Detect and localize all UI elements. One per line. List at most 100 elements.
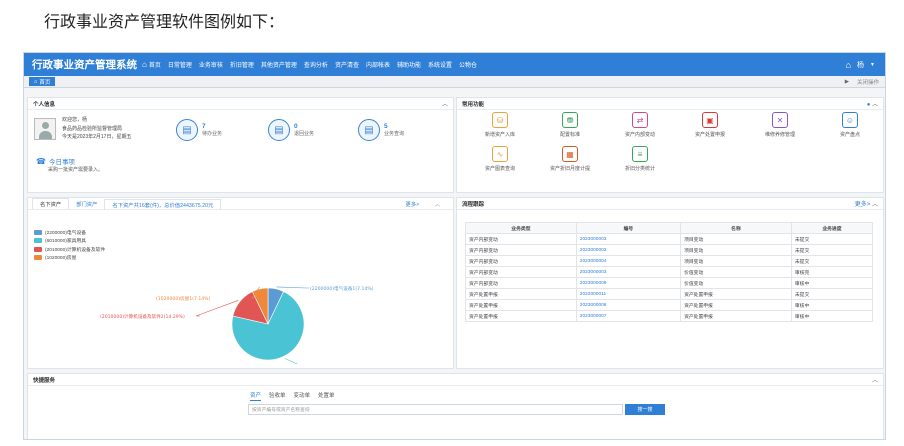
pie-leader-line <box>284 357 298 364</box>
settings-dot-icon[interactable]: ● <box>867 102 871 108</box>
table-cell: 项目变动 <box>680 244 792 256</box>
table-row[interactable]: 资产内部变动 2023000002 项目变动 未提交 <box>465 244 874 256</box>
nav-item-daily[interactable]: 日常管理 <box>168 60 192 69</box>
record-number-link[interactable]: 2023000004 <box>575 255 682 267</box>
chevron-down-icon[interactable]: ▼ <box>870 62 875 68</box>
nav-item-ledger[interactable]: 内部帐表 <box>366 60 390 69</box>
function-item[interactable]: ☺ 资产盘点 <box>815 112 885 138</box>
avatar <box>34 118 56 140</box>
user-menu[interactable]: 杨 <box>857 60 864 70</box>
nav-item-review[interactable]: 业务审核 <box>199 60 223 69</box>
wrench-icon: ✕ <box>772 112 788 128</box>
table-cell: 价值变动 <box>680 277 792 289</box>
function-item[interactable]: ⛃ 配置标准 <box>535 112 605 138</box>
stat-pending[interactable]: ▤ 7 待办业务 <box>176 119 222 141</box>
record-number-link[interactable]: 2023000002 <box>575 244 682 256</box>
record-number-link[interactable]: 2023000003 <box>575 266 682 278</box>
calendar-icon: ▦ <box>562 146 578 162</box>
table-cell: 审核完 <box>790 266 874 278</box>
app-window: 行政事业资产管理系统 ⌂ 首页 日常管理 业务审核 折旧管理 其他资产管理 查询… <box>23 52 886 440</box>
nav-item-aux[interactable]: 辅助功能 <box>397 60 421 69</box>
asset-tabs: 名下资产 部门资产 名下资产共16套(件)，总价值2443675.20元 更多>… <box>28 198 453 210</box>
function-label: 新增资产入库 <box>484 132 515 138</box>
app-title: 行政事业资产管理系统 <box>32 59 137 71</box>
pie-data-label: (2200000)电气设备1(7.14%) <box>310 285 374 292</box>
function-item[interactable]: ✕ 维修养修管理 <box>745 112 815 138</box>
record-number-link[interactable]: 2023000007 <box>575 310 682 322</box>
transfer-icon: ⇄ <box>632 112 648 128</box>
nav-item-warehouse[interactable]: 公物仓 <box>459 60 477 69</box>
todo-title-text: 今日事项 <box>48 159 75 166</box>
nav-item-inventory[interactable]: 资产清查 <box>335 60 359 69</box>
tab-change[interactable]: 变动单 <box>294 391 311 401</box>
record-number-link[interactable]: 2023000006 <box>575 299 682 311</box>
function-label: 配置标准 <box>559 132 580 138</box>
record-number-link[interactable]: 2023000003 <box>575 233 682 245</box>
chevron-up-icon[interactable]: ︿ <box>872 202 878 208</box>
chevron-up-icon[interactable]: ︿ <box>428 198 447 209</box>
table-body: 资产内部变动 2023000003 项目变动 未提交 资产内部变动 2023000002 项… <box>465 233 874 322</box>
tab-acceptance[interactable]: 验收单 <box>269 391 286 401</box>
function-item[interactable]: ≡ 折旧分类统计 <box>605 146 675 172</box>
function-item[interactable]: ∿ 资产图表查询 <box>465 146 535 172</box>
record-number-link[interactable]: 2023000006 <box>575 277 682 289</box>
nav-item-other-assets[interactable]: 其他资产管理 <box>261 60 297 69</box>
stat-label: 业务查询 <box>384 131 405 137</box>
column-header: 业务类型 <box>465 222 577 234</box>
function-item[interactable]: ⇄ 资产内部变动 <box>605 112 675 138</box>
nav-item-depreciation[interactable]: 折旧管理 <box>230 60 254 69</box>
tab-assets[interactable]: 资产 <box>250 391 262 401</box>
nav-item-home[interactable]: 首页 <box>149 60 161 69</box>
search-input[interactable]: 按资产编号或资产名称查询 <box>248 404 623 415</box>
chevron-up-icon[interactable]: ︿ <box>872 375 878 384</box>
table-cell: 价值变动 <box>680 266 792 278</box>
table-row[interactable]: 资产内部变动 2023000004 项目变动 未提交 <box>465 255 874 267</box>
close-ops-button[interactable]: 关闭操作 <box>857 78 879 86</box>
table-cell: 未提交 <box>790 233 874 245</box>
tab-dept-assets[interactable]: 部门资产 <box>69 198 104 209</box>
user-area: ⌂ 杨 ▼ <box>846 60 885 70</box>
chevron-up-icon[interactable]: ︿ <box>872 102 878 108</box>
nav-item-query[interactable]: 查询分析 <box>304 60 328 69</box>
table-cell: 资产内部变动 <box>465 277 577 289</box>
tab-home[interactable]: ⌂ 首页 <box>29 77 56 86</box>
function-label: 维修养修管理 <box>764 132 795 138</box>
tab-disposal[interactable]: 处置单 <box>318 391 335 401</box>
top-navbar: 行政事业资产管理系统 ⌂ 首页 日常管理 业务审核 折旧管理 其他资产管理 查询… <box>24 53 885 76</box>
home-icon[interactable]: ⌂ <box>846 60 851 70</box>
stat-returned[interactable]: ▤ 0 退回业务 <box>268 119 314 141</box>
table-row[interactable]: 资产处置申报 2022000011 资产处置申报 未提交 <box>465 288 874 300</box>
function-item[interactable]: ⛁ 新增资产入库 <box>465 112 535 138</box>
function-label: 折旧分类统计 <box>624 166 655 172</box>
more-link[interactable]: 更多> <box>399 198 427 209</box>
column-header: 业务进度 <box>790 222 874 234</box>
main-nav: ⌂ 首页 日常管理 业务审核 折旧管理 其他资产管理 查询分析 资产清查 内部帐… <box>142 60 484 69</box>
search-button[interactable]: 搜一搜 <box>625 404 665 415</box>
nav-item-settings[interactable]: 系统设置 <box>428 60 452 69</box>
home-icon[interactable]: ⌂ <box>142 60 147 69</box>
play-icon[interactable]: ▶ <box>845 79 849 85</box>
table-row[interactable]: 资产内部变动 2023000006 价值变动 审核中 <box>465 277 874 289</box>
table-row[interactable]: 资产处置申报 2023000007 资产处置申报 审核中 <box>465 310 874 322</box>
table-row[interactable]: 资产内部变动 2023000003 价值变动 审核完 <box>465 266 874 278</box>
stat-query[interactable]: ▤ 5 业务查询 <box>358 119 404 141</box>
table-row[interactable]: 资产内部变动 2023000003 项目变动 未提交 <box>465 233 874 245</box>
document-icon: ▣ <box>702 112 718 128</box>
function-item[interactable]: ▣ 资产处置申报 <box>675 112 745 138</box>
panel-title: 常用功能 <box>462 101 485 108</box>
tab-my-assets[interactable]: 名下资产 <box>32 198 70 209</box>
record-number-link[interactable]: 2022000011 <box>575 288 682 300</box>
pie-data-label: (2010000)计算机设备及软件2(14.29%) <box>100 313 185 320</box>
people-icon: ☺ <box>842 112 858 128</box>
column-header: 名称 <box>680 222 792 234</box>
database-settings-icon: ⛃ <box>562 112 578 128</box>
todo-text: 采购一批资产需要录入。 <box>48 167 104 173</box>
stat-label: 退回业务 <box>294 131 315 137</box>
table-cell: 资产处置申报 <box>465 299 577 311</box>
table-cell: 审核中 <box>790 310 874 322</box>
table-row[interactable]: 资产处置申报 2023000006 资产处置申报 审核中 <box>465 299 874 311</box>
more-link[interactable]: 更多> <box>855 202 871 208</box>
function-item[interactable]: ▦ 资产折旧月度计提 <box>535 146 605 172</box>
table-cell: 未提交 <box>790 288 874 300</box>
chevron-up-icon[interactable]: ︿ <box>442 99 448 108</box>
